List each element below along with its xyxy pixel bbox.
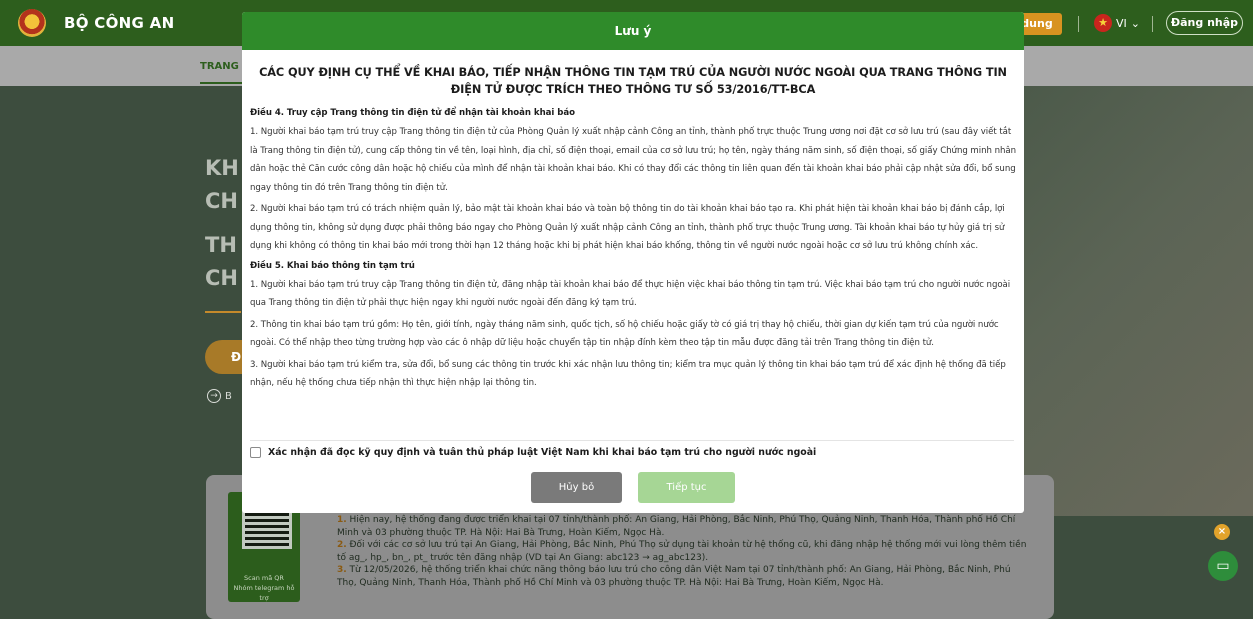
- hero-guide-link[interactable]: → B: [207, 389, 232, 403]
- article-5-paragraph: 3. Người khai báo tạm trú kiểm tra, sửa …: [250, 359, 1006, 389]
- continue-button[interactable]: Tiếp tục: [638, 472, 735, 503]
- qr-caption-line: Nhóm telegram hỗ trợ: [233, 584, 295, 602]
- notice-item: 2. Đối với các cơ sở lưu trú tại An Gian…: [337, 539, 1027, 564]
- confirm-checkbox[interactable]: [250, 447, 261, 458]
- qr-caption: Scan mã QR Nhóm telegram hỗ trợ: [228, 573, 300, 603]
- divider: [1152, 16, 1153, 32]
- modal-heading: CÁC QUY ĐỊNH CỤ THỂ VỀ KHAI BÁO, TIẾP NH…: [259, 66, 1007, 96]
- article-4-paragraph: 1. Người khai báo tạm trú truy cập Trang…: [250, 127, 1016, 193]
- article-4-title: Điều 4. Truy cập Trang thông tin điện tử…: [250, 108, 575, 118]
- notice-list: 1. Hiện nay, hệ thống đang được triển kh…: [337, 514, 1027, 589]
- notice-item-text: Đối với các cơ sở lưu trú tại An Giang, …: [337, 540, 1027, 563]
- hero-divider: [205, 311, 241, 313]
- notice-item-text: Hiện nay, hệ thống đang được triển khai …: [337, 515, 1016, 538]
- notice-modal: Lưu ý CÁC QUY ĐỊNH CỤ THỂ VỀ KHAI BÁO, T…: [242, 12, 1024, 513]
- hero-title-line: TH: [205, 233, 237, 257]
- article-5-paragraph: 2. Thông tin khai báo tạm trú gồm: Họ tê…: [250, 319, 999, 349]
- notice-item: 3. Từ 12/05/2026, hệ thống triển khai ch…: [337, 564, 1027, 589]
- vietnam-flag-icon: ★: [1094, 14, 1112, 32]
- hero-cta-button[interactable]: Đ: [205, 340, 245, 374]
- article-5-title: Điều 5. Khai báo thông tin tạm trú: [250, 260, 415, 271]
- article-4-paragraph: 2. Người khai báo tạm trú có trách nhiệm…: [250, 204, 1005, 251]
- notice-item: 1. Hiện nay, hệ thống đang được triển kh…: [337, 514, 1027, 539]
- notice-item-text: Từ 12/05/2026, hệ thống triển khai chức …: [337, 565, 1011, 588]
- close-icon[interactable]: ×: [1214, 524, 1230, 540]
- hero-title-line: CH: [205, 189, 238, 213]
- modal-divider: [250, 440, 1014, 441]
- chevron-down-icon: ⌄: [1130, 16, 1140, 30]
- brand-name[interactable]: BỘ CÔNG AN: [64, 14, 174, 32]
- chat-icon[interactable]: ▭: [1208, 551, 1238, 581]
- qr-caption-line: Scan mã QR: [244, 574, 284, 582]
- confirm-label[interactable]: Xác nhận đã đọc kỹ quy định và tuân thủ …: [268, 447, 816, 458]
- divider: [1078, 16, 1079, 32]
- hero-title-line: KH: [205, 156, 239, 180]
- tab-home[interactable]: TRANG: [200, 61, 239, 72]
- confirm-checkbox-row[interactable]: Xác nhận đã đọc kỹ quy định và tuân thủ …: [250, 447, 816, 458]
- notice-item-number: 3.: [337, 565, 347, 575]
- hero-title-line: CH: [205, 266, 238, 290]
- language-selector[interactable]: ★ VI ⌄: [1094, 14, 1140, 32]
- active-tab-indicator: [200, 82, 245, 84]
- hero-image: [1024, 86, 1253, 516]
- hero-link-label: B: [225, 390, 232, 402]
- modal-body: Điều 4. Truy cập Trang thông tin điện tử…: [250, 106, 1018, 396]
- police-emblem-icon[interactable]: [18, 9, 46, 37]
- article-5-paragraph: 1. Người khai báo tạm trú truy cập Trang…: [250, 279, 1011, 309]
- language-label: VI: [1116, 16, 1127, 30]
- notice-item-number: 1.: [337, 515, 347, 525]
- circle-arrow-icon: →: [207, 389, 221, 403]
- modal-title: Lưu ý: [614, 24, 652, 38]
- login-button[interactable]: Đăng nhập: [1166, 11, 1243, 35]
- modal-header: Lưu ý: [242, 12, 1024, 50]
- notice-item-number: 2.: [337, 540, 347, 550]
- cancel-button[interactable]: Hủy bỏ: [531, 472, 622, 503]
